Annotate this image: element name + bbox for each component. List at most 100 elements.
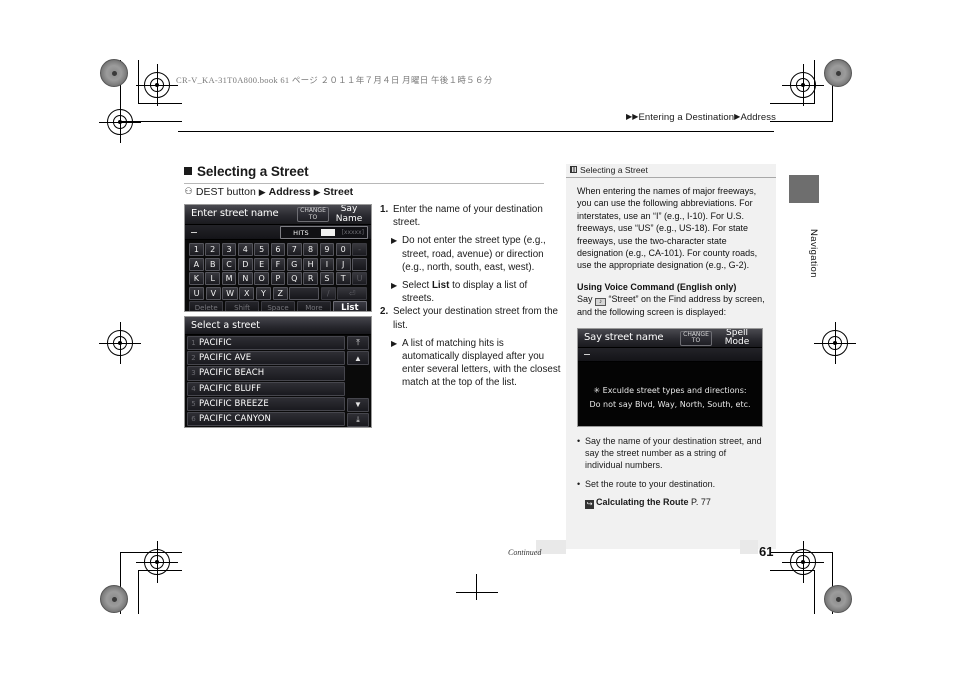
key-u[interactable]: U <box>189 286 205 300</box>
reference-line[interactable]: ↪ Calculating the Route P. 77 <box>585 496 766 510</box>
side-note-body: When entering the names of major freeway… <box>566 178 776 427</box>
list-item[interactable]: 5 PACIFIC BREEZE <box>187 396 345 411</box>
scroll-top-button[interactable]: ⤒ <box>347 336 369 351</box>
voice-change-to-button[interactable]: CHANGE TO <box>680 330 712 346</box>
key-space[interactable]: Space <box>260 301 296 311</box>
key-m[interactable]: M <box>221 272 237 285</box>
say-name-label: Say Name <box>335 204 363 224</box>
list-item-label: PACIFIC BREEZE <box>199 398 269 409</box>
bullet-dot-icon: • <box>577 435 581 446</box>
registration-mark <box>782 64 824 106</box>
spell-mode-button[interactable]: Spell Mode <box>714 329 760 347</box>
key--[interactable]: - <box>352 243 367 256</box>
list-item[interactable]: 4 PACIFIC BLUFF <box>187 381 345 396</box>
key-d[interactable]: D <box>237 257 253 271</box>
running-head: CR-V_KA-31T0A800.book 61 ページ ２０１１年７月４日 月… <box>176 75 493 85</box>
key-⏎[interactable]: ⏎ <box>337 286 368 300</box>
key-o[interactable]: O <box>254 272 270 285</box>
side-note-subheading: Using Voice Command (English only) <box>577 281 737 292</box>
key-7[interactable]: 7 <box>286 243 302 256</box>
key-blank[interactable] <box>289 286 320 300</box>
key-s[interactable]: S <box>319 272 335 285</box>
reference-page: P. 77 <box>691 497 711 508</box>
change-to-label: CHANGE TO <box>300 207 326 221</box>
key-c[interactable]: C <box>221 257 237 271</box>
list-item-number: 6 <box>191 415 196 424</box>
key-t[interactable]: T <box>335 272 351 285</box>
side-note-panel: Selecting a Street When entering the nam… <box>566 164 776 549</box>
key-delete[interactable]: Delete <box>189 301 224 311</box>
key-list[interactable]: List <box>332 301 368 311</box>
key-n[interactable]: N <box>237 272 253 285</box>
step-sub-item: ▶ A list of matching hits is automaticall… <box>380 337 562 390</box>
crop-line <box>814 570 815 614</box>
list-item[interactable]: 1 PACIFIC <box>187 336 345 351</box>
key-0[interactable]: 0 <box>335 243 351 256</box>
key-x[interactable]: X <box>239 286 255 300</box>
key-8[interactable]: 8 <box>303 243 318 256</box>
key-p[interactable]: P <box>270 272 286 285</box>
key-y[interactable]: Y <box>255 286 272 300</box>
voice-message-line-2: Do not say Blvd, Way, North, South, etc. <box>589 399 751 409</box>
key-q[interactable]: Q <box>286 272 302 285</box>
key-r[interactable]: R <box>303 272 318 285</box>
key-b[interactable]: B <box>205 257 221 271</box>
keyboard-row-letters-2: KLMNOPQRSTU <box>189 272 367 285</box>
key-f[interactable]: F <box>270 257 286 271</box>
list-item[interactable]: 2 PACIFIC AVE <box>187 351 345 366</box>
key-w[interactable]: W <box>222 286 238 300</box>
square-bullet-icon <box>184 167 192 175</box>
key-6[interactable]: 6 <box>270 243 286 256</box>
scroll-down-button[interactable]: ▼ <box>347 397 369 412</box>
key-9[interactable]: 9 <box>319 243 335 256</box>
key-i[interactable]: I <box>319 257 335 271</box>
sub-text: Do not enter the street type (e.g., stre… <box>402 235 546 273</box>
key-k[interactable]: K <box>189 272 204 285</box>
scroll-bottom-button[interactable]: ⤓ <box>347 412 369 427</box>
key-e[interactable]: E <box>254 257 270 271</box>
key-2[interactable]: 2 <box>205 243 221 256</box>
key-/[interactable]: / <box>320 286 336 300</box>
instruction-step: 2. Select your destination street from th… <box>380 305 562 389</box>
path-triangle-icon: ▶ <box>258 187 266 197</box>
key-h[interactable]: H <box>303 257 318 271</box>
keyboard-row-letters-1: ABCDEFGHIJ <box>189 257 367 271</box>
side-note-header-text: Selecting a Street <box>580 165 648 175</box>
key-j[interactable]: J <box>335 257 351 271</box>
key-4[interactable]: 4 <box>237 243 253 256</box>
list-body: 1 PACIFIC 2 PACIFIC AVE 3 PACIFIC BEACH 4 PACIF… <box>185 335 371 427</box>
crop-line <box>770 121 832 122</box>
say-name-button[interactable]: Say Name <box>330 204 368 224</box>
key-v[interactable]: V <box>205 286 221 300</box>
on-screen-keyboard: 1234567890- ABCDEFGHIJ KLMNOPQRSTU UVWXY… <box>185 240 371 311</box>
list-item[interactable]: 6 PACIFIC CANYON <box>187 411 345 427</box>
dest-button-label: DEST button <box>195 186 256 198</box>
key-shift[interactable]: Shift <box>224 301 260 311</box>
voice-message-line-1: ✳ Exculde street types and directions: <box>593 385 747 395</box>
key-5[interactable]: 5 <box>254 243 270 256</box>
key-1[interactable]: 1 <box>189 243 204 256</box>
sub-text: A list of matching hits is automatically… <box>402 337 561 389</box>
nav-text-input[interactable]: HITS [xxxxx] <box>185 225 371 240</box>
list-item-number: 5 <box>191 399 196 408</box>
voice-screen-title: Say street name <box>584 331 664 343</box>
key-3[interactable]: 3 <box>221 243 237 256</box>
key-more[interactable]: More <box>296 301 332 311</box>
step-sub-item: ▶ Do not enter the street type (e.g., str… <box>380 234 562 274</box>
key-blank[interactable] <box>352 257 367 271</box>
key-z[interactable]: Z <box>272 286 288 300</box>
side-note-bullets: • Say the name of your destination street… <box>566 435 776 491</box>
list-title-bar: Select a street <box>185 317 371 335</box>
key-l[interactable]: L <box>205 272 221 285</box>
scroll-up-button[interactable]: ▲ <box>347 351 369 366</box>
scroll-track[interactable] <box>347 366 369 397</box>
key-u[interactable]: U <box>352 272 367 285</box>
side-note-bullet: • Say the name of your destination street… <box>577 435 766 472</box>
key-g[interactable]: G <box>286 257 302 271</box>
change-to-button[interactable]: CHANGE TO <box>297 207 329 222</box>
step-sub-item: ▶ Select List to display a list of street… <box>380 279 562 305</box>
say-suffix: “Street” on the Find address by screen, … <box>577 294 765 318</box>
keyboard-row-functions: Delete Shift Space More List <box>189 301 368 311</box>
key-a[interactable]: A <box>189 257 204 271</box>
list-item[interactable]: 3 PACIFIC BEACH <box>187 366 345 381</box>
